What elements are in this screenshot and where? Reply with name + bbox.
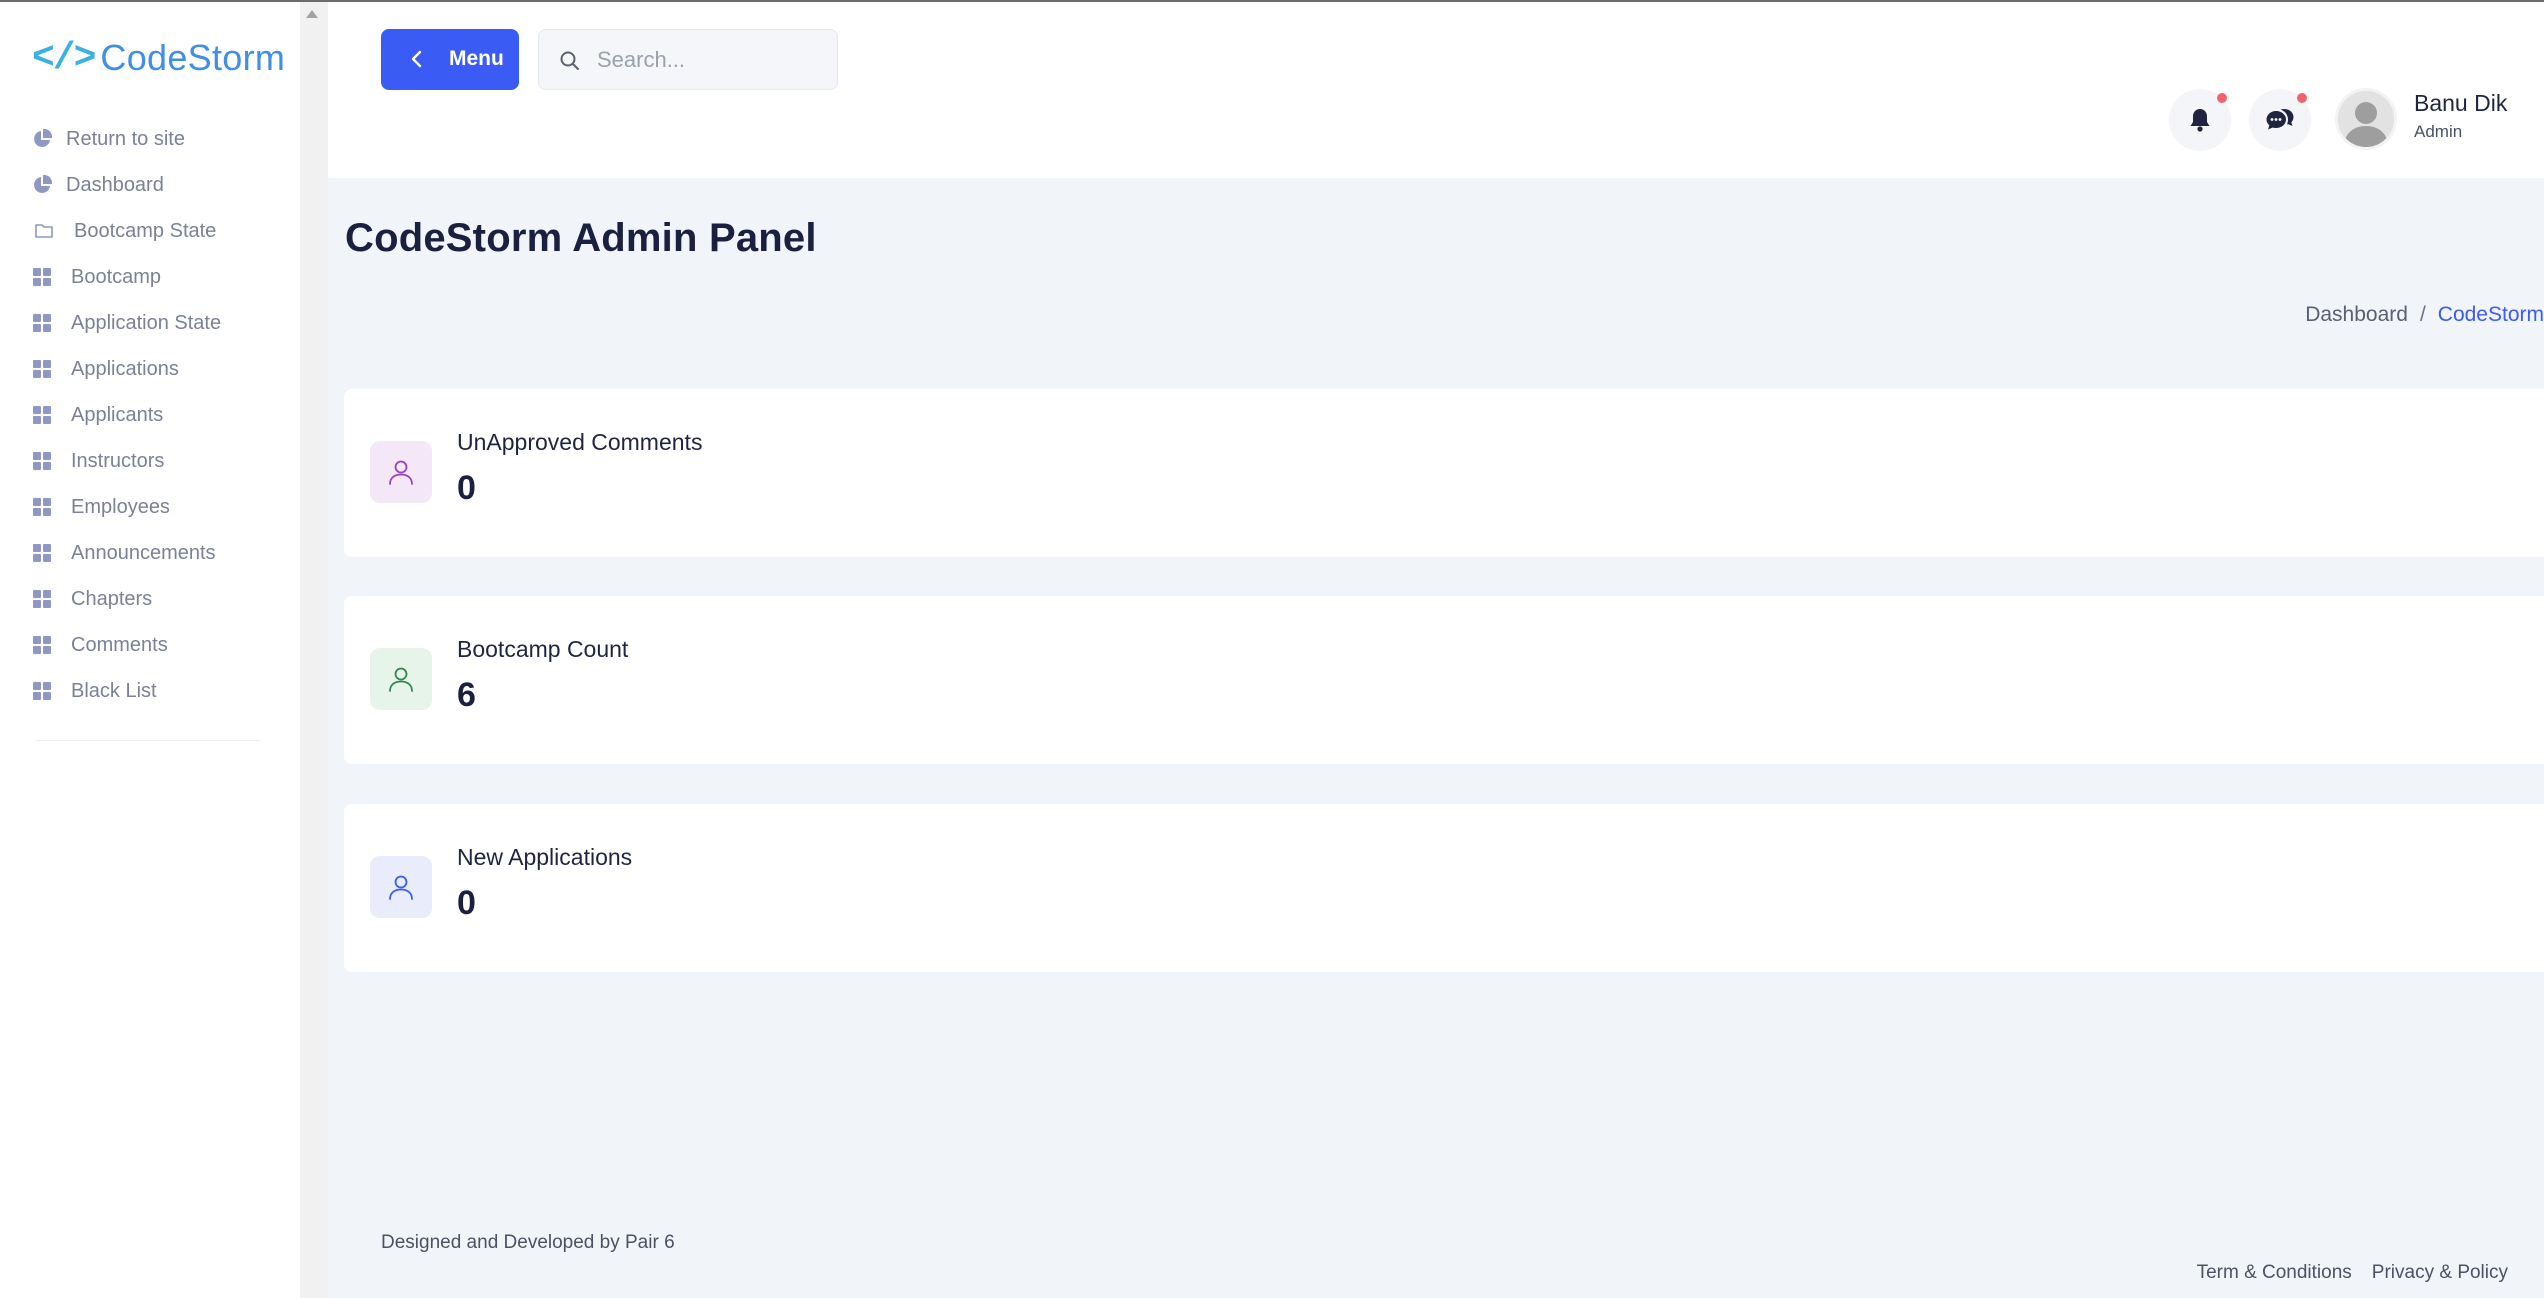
sidebar-item-label: Announcements xyxy=(71,541,216,564)
grid-icon xyxy=(33,498,51,516)
menu-button-label: Menu xyxy=(449,47,504,70)
user-icon xyxy=(389,875,413,900)
scroll-up-arrow-icon[interactable] xyxy=(306,10,318,18)
sidebar-item-label: Applicants xyxy=(71,403,164,426)
stat-card-bootcamp-count: Bootcamp Count 6 xyxy=(344,596,2544,764)
grid-icon xyxy=(33,682,51,700)
breadcrumb: Dashboard / CodeStorm xyxy=(2305,303,2544,327)
privacy-link[interactable]: Privacy & Policy xyxy=(2372,1262,2508,1284)
sidebar-divider xyxy=(36,740,260,741)
sidebar-item-label: Dashboard xyxy=(66,173,164,196)
message-dot xyxy=(2297,93,2307,103)
breadcrumb-separator: / xyxy=(2419,303,2426,326)
grid-icon xyxy=(33,590,51,608)
user-icon xyxy=(389,460,413,485)
brand-name: CodeStorm xyxy=(100,37,286,78)
sidebar-item-comments[interactable]: Comments xyxy=(0,622,300,668)
grid-icon xyxy=(33,544,51,562)
user-icon xyxy=(389,667,413,692)
sidebar-item-chapters[interactable]: Chapters xyxy=(0,576,300,622)
stat-card-unapproved-comments: UnApproved Comments 0 xyxy=(344,389,2544,557)
sidebar-item-application-state[interactable]: Application State xyxy=(0,300,300,346)
sidebar-item-instructors[interactable]: Instructors xyxy=(0,438,300,484)
folder-icon xyxy=(35,224,53,238)
grid-icon xyxy=(33,314,51,332)
avatar[interactable] xyxy=(2335,88,2397,150)
brand-logo[interactable]: </> CodeStorm xyxy=(32,34,285,82)
notification-dot xyxy=(2217,93,2227,103)
terms-link[interactable]: Term & Conditions xyxy=(2197,1262,2352,1284)
card-icon-box xyxy=(370,856,432,918)
card-value: 0 xyxy=(457,884,476,922)
sidebar-item-announcements[interactable]: Announcements xyxy=(0,530,300,576)
bell-icon xyxy=(2190,109,2210,132)
user-avatar-icon xyxy=(2338,91,2394,147)
sidebar-item-label: Employees xyxy=(71,495,170,518)
code-brackets-icon: </> xyxy=(32,36,96,80)
card-icon-box xyxy=(370,648,432,710)
sidebar-item-label: Bootcamp State xyxy=(74,219,217,242)
card-title: New Applications xyxy=(457,844,633,870)
user-name: Banu Dik xyxy=(2414,90,2508,116)
sidebar-item-return-to-site[interactable]: Return to site xyxy=(0,116,300,162)
search-input[interactable] xyxy=(597,42,827,78)
sidebar-nav: Return to site Dashboard Bootcamp State … xyxy=(0,116,300,714)
breadcrumb-current: CodeStorm xyxy=(2437,303,2544,326)
sidebar-item-label: Return to site xyxy=(66,127,185,150)
sidebar-item-employees[interactable]: Employees xyxy=(0,484,300,530)
pie-chart-icon xyxy=(34,175,52,193)
card-value: 6 xyxy=(457,676,476,714)
sidebar-item-label: Applications xyxy=(71,357,179,380)
messages-button[interactable] xyxy=(2249,89,2311,151)
card-title: UnApproved Comments xyxy=(457,429,703,455)
search-box[interactable] xyxy=(538,29,838,90)
card-title: Bootcamp Count xyxy=(457,636,629,662)
footer-credit: Designed and Developed by Pair 6 xyxy=(381,1232,675,1253)
sidebar-item-applicants[interactable]: Applicants xyxy=(0,392,300,438)
sidebar-item-bootcamp[interactable]: Bootcamp xyxy=(0,254,300,300)
footer-links: Term & Conditions Privacy & Policy xyxy=(2177,1262,2508,1284)
sidebar-item-label: Chapters xyxy=(71,587,153,610)
menu-toggle-button[interactable]: Menu xyxy=(381,29,519,90)
grid-icon xyxy=(33,452,51,470)
sidebar-item-label: Instructors xyxy=(71,449,165,472)
sidebar-item-dashboard[interactable]: Dashboard xyxy=(0,162,300,208)
breadcrumb-home-link[interactable]: Dashboard xyxy=(2305,303,2408,327)
user-role: Admin xyxy=(2414,122,2463,141)
chevron-left-icon xyxy=(411,50,422,68)
search-icon xyxy=(560,51,579,70)
sidebar-item-label: Bootcamp xyxy=(71,265,162,288)
grid-icon xyxy=(33,636,51,654)
card-icon-box xyxy=(370,441,432,503)
sidebar-scrollbar[interactable] xyxy=(300,2,328,1298)
sidebar-item-applications[interactable]: Applications xyxy=(0,346,300,392)
pie-chart-icon xyxy=(34,129,52,147)
stat-card-new-applications: New Applications 0 xyxy=(344,804,2544,972)
sidebar-item-black-list[interactable]: Black List xyxy=(0,668,300,714)
sidebar-item-bootcamp-state[interactable]: Bootcamp State xyxy=(0,208,300,254)
grid-icon xyxy=(33,406,51,424)
sidebar-item-label: Application State xyxy=(71,311,222,334)
chat-bubbles-icon xyxy=(2266,109,2294,130)
sidebar-item-label: Black List xyxy=(71,679,157,702)
page-title: CodeStorm Admin Panel xyxy=(345,216,817,260)
card-value: 0 xyxy=(457,469,476,507)
grid-icon xyxy=(33,268,51,286)
sidebar: </> CodeStorm Return to site Dashboard B… xyxy=(0,2,300,1298)
sidebar-item-label: Comments xyxy=(71,633,168,656)
notifications-button[interactable] xyxy=(2169,89,2231,151)
grid-icon xyxy=(33,360,51,378)
